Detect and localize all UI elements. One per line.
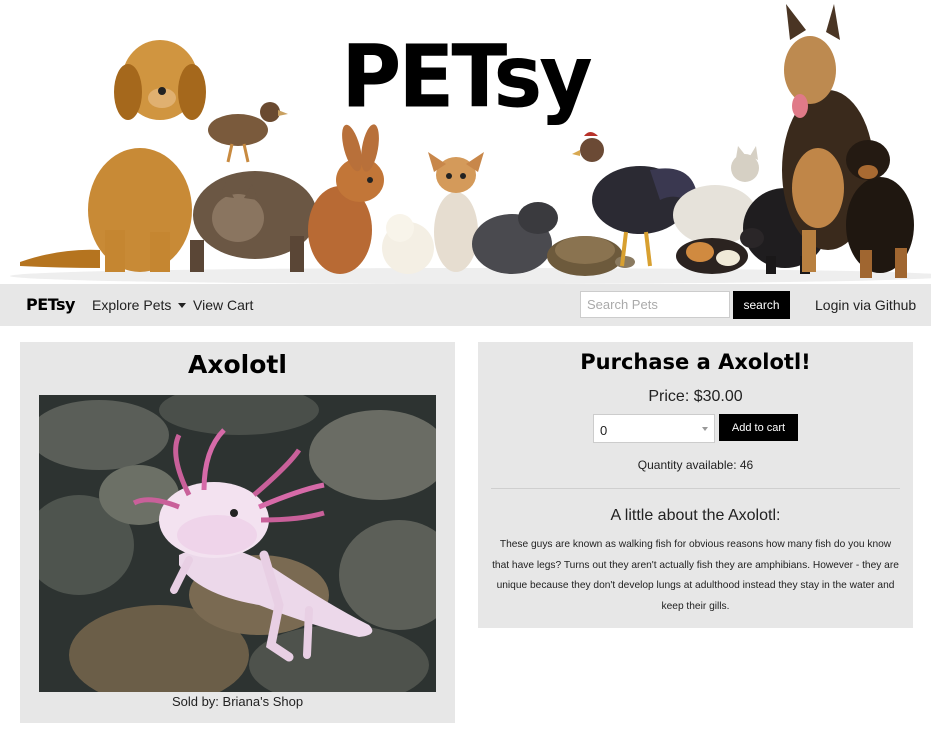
login-github-link[interactable]: Login via Github [815,297,916,313]
pet-card: Axolotl Sold by: Briana's Shop [20,342,455,723]
quantity-selected-value: 0 [600,423,608,438]
purchase-card: Purchase a Axolotl! Price: $30.00 0 Add … [478,342,913,628]
tabby-cat-image [190,171,317,272]
brand-title: PETsy [341,27,592,128]
purchase-title: Purchase a Axolotl! [580,350,811,374]
seller-label: Sold by: Briana's Shop [171,694,304,709]
search-button[interactable]: search [733,291,790,319]
caret-down-icon [178,303,187,308]
explore-pets-label: Explore Pets [92,297,172,313]
quantity-select[interactable]: 0 [593,414,715,443]
navbar-logo[interactable]: PETsy [26,295,75,314]
banner: PETsy [0,0,931,284]
pet-name: Axolotl [188,350,287,379]
explore-pets-dropdown[interactable]: Explore Pets [92,297,187,313]
quantity-available-label: Quantity available: 46 [637,458,754,472]
add-to-cart-button[interactable]: Add to cart [719,414,798,441]
about-title: A little about the Axolotl: [610,507,781,524]
divider [491,488,900,489]
puppy-image [846,140,914,278]
navbar: PETsy Explore Pets View Cart [0,284,931,326]
silkie-image [472,202,558,274]
chick-image [382,214,434,274]
search-input[interactable] [580,291,730,318]
price-label: Price: $30.00 [648,388,743,405]
about-description: These guys are known as walking fish for… [492,539,899,612]
select-arrow-icon [702,427,708,431]
rabbit-image [308,124,384,274]
axolotl-photo [39,395,436,692]
view-cart-link[interactable]: View Cart [193,297,253,313]
guinea-pig-image [676,238,748,274]
